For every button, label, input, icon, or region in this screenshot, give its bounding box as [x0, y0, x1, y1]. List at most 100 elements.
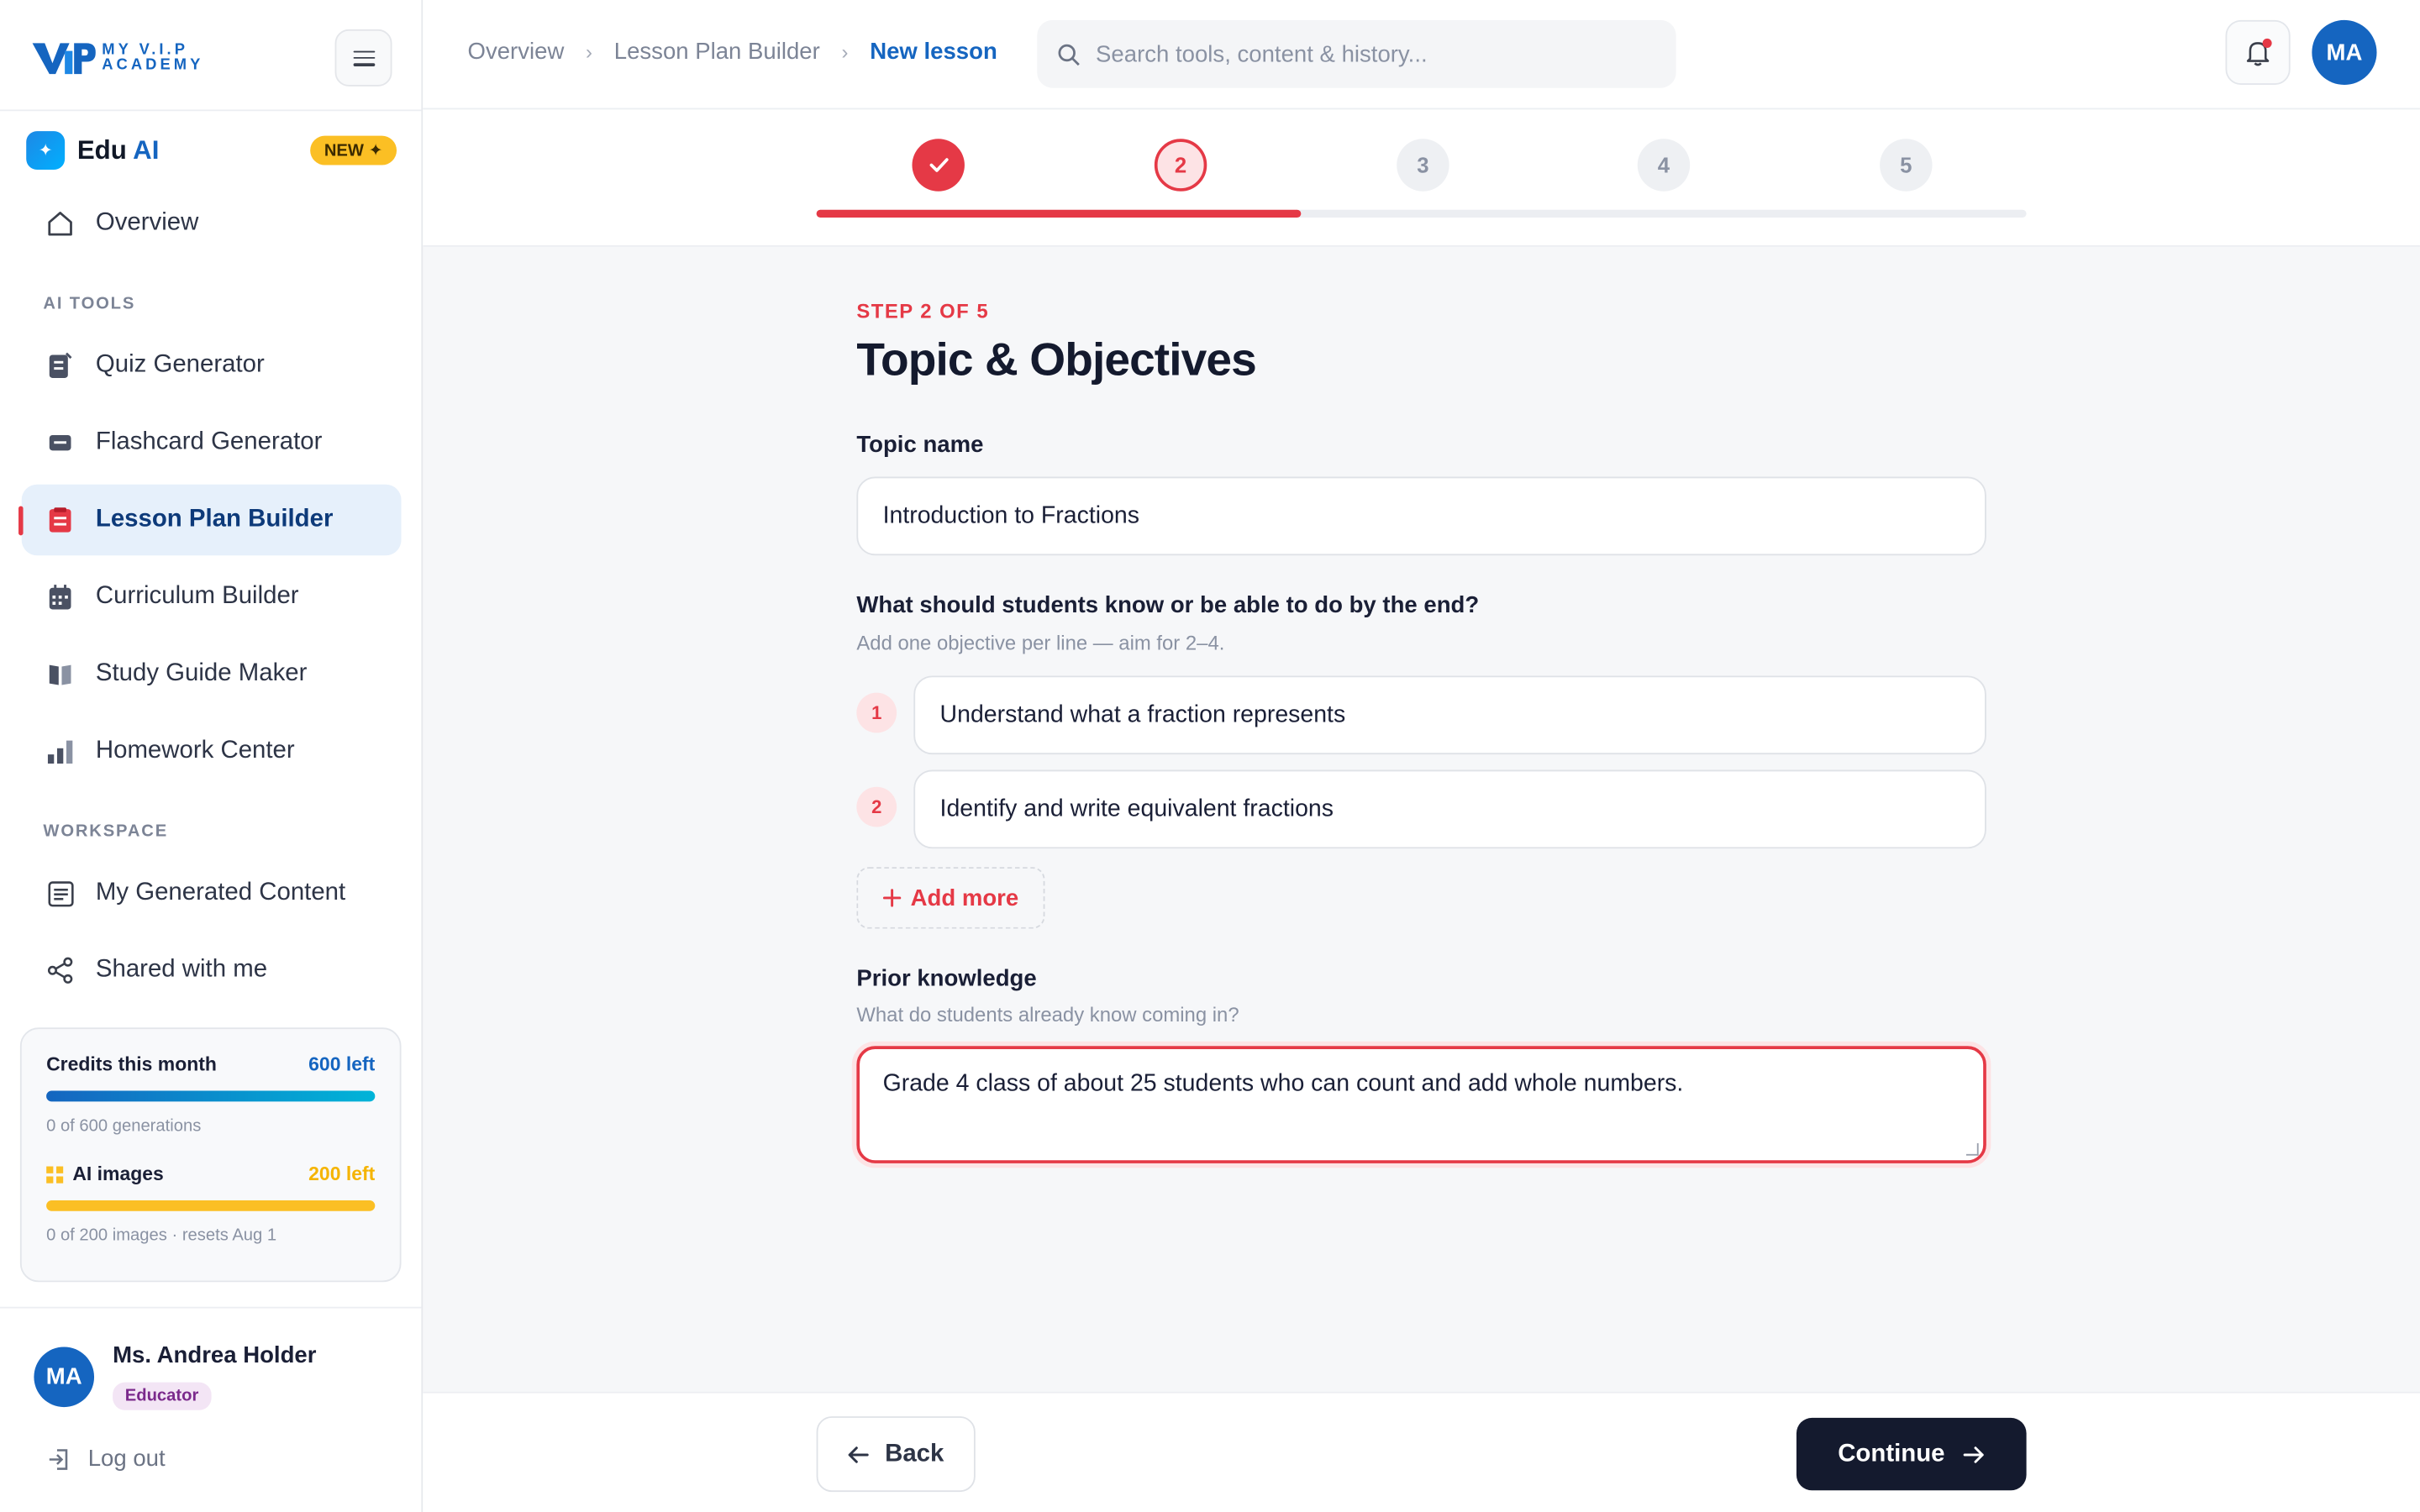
back-label: Back: [885, 1440, 944, 1467]
arrow-left-icon: [849, 1446, 870, 1462]
images-row: AI images 200 left: [46, 1163, 375, 1185]
header-avatar[interactable]: MA: [2312, 19, 2377, 86]
add-more-label: Add more: [910, 885, 1019, 911]
logout-button[interactable]: Log out: [48, 1446, 166, 1472]
sidebar-item-label: Quiz Generator: [95, 351, 265, 378]
user-panel: MA Ms. Andrea Holder Educator Log out: [0, 1306, 422, 1512]
user-name: Ms. Andrea Holder: [113, 1341, 317, 1369]
chart-icon: [46, 738, 74, 765]
sidebar-item-lesson-plan-builder[interactable]: Lesson Plan Builder: [18, 484, 402, 556]
search-icon: [1058, 43, 1080, 66]
credits-row: Credits this month 600 left: [46, 1053, 375, 1075]
step-3[interactable]: 3: [1397, 139, 1449, 192]
edu-ai-header[interactable]: ✦ Edu AI NEW ✦: [26, 131, 397, 171]
continue-button[interactable]: Continue: [1796, 1417, 2027, 1491]
sidebar-item-my-generated-content[interactable]: My Generated Content: [22, 858, 402, 928]
notification-dot: [2262, 38, 2272, 48]
sidebar-item-label: My Generated Content: [95, 879, 346, 906]
step-1-complete[interactable]: [912, 139, 965, 192]
step-5[interactable]: 5: [1880, 139, 1933, 192]
credits-sub: 0 of 600 generations: [46, 1116, 202, 1136]
share-icon: [46, 957, 74, 984]
credits-progress-bar: [46, 1090, 376, 1102]
sidebar-item-shared-with-me[interactable]: Shared with me: [22, 935, 402, 1005]
check-icon: [929, 158, 948, 172]
objective-input-1[interactable]: Understand what a fraction represents: [913, 675, 1986, 755]
sidebar-item-label: Lesson Plan Builder: [95, 506, 334, 533]
stepper-progress-track: [816, 209, 2027, 218]
menu-toggle-button[interactable]: [334, 29, 392, 87]
page-title: Topic & Objectives: [856, 334, 1256, 386]
new-badge: NEW ✦: [310, 135, 397, 165]
credits-left: 600 left: [308, 1053, 376, 1076]
breadcrumb-overview[interactable]: Overview: [468, 39, 565, 65]
prior-knowledge-hint: What do students already know coming in?: [856, 1002, 1239, 1026]
sidebar: MY V.I.P ACADEMY ✦ Edu AI NEW ✦ Overview …: [0, 0, 424, 1512]
logout-label: Log out: [87, 1445, 166, 1473]
logo-row: MY V.I.P ACADEMY: [0, 0, 422, 112]
sidebar-item-label: Shared with me: [95, 956, 268, 983]
add-more-button[interactable]: Add more: [856, 867, 1045, 929]
quiz-icon: [46, 352, 74, 380]
objective-number: 1: [856, 692, 897, 733]
step-label: STEP 2 OF 5: [856, 299, 990, 323]
search-input[interactable]: [1096, 40, 1652, 67]
hamburger-icon: [352, 50, 375, 66]
document-icon: [46, 879, 74, 907]
images-title: AI images: [72, 1163, 164, 1185]
app-root: MY V.I.P ACADEMY ✦ Edu AI NEW ✦ Overview …: [0, 0, 2420, 1512]
vip-logo-icon: [32, 43, 96, 75]
workspace-section-label: WORKSPACE: [43, 822, 169, 842]
stepper: 2 3 4 5: [423, 109, 2420, 247]
chevron-right-icon: ›: [841, 39, 849, 64]
step-2-active[interactable]: 2: [1154, 139, 1207, 192]
top-bar: Overview › Lesson Plan Builder › New les…: [423, 0, 2420, 110]
flashcard-icon: [46, 429, 74, 457]
credits-title: Credits this month: [46, 1053, 217, 1076]
avatar[interactable]: MA: [34, 1347, 95, 1408]
breadcrumb-current: New lesson: [870, 38, 997, 66]
edu-label: Edu: [76, 134, 127, 165]
step-4[interactable]: 4: [1637, 139, 1691, 192]
ai-label: AI: [133, 134, 160, 165]
notifications-button[interactable]: [2225, 19, 2291, 86]
objective-input-2[interactable]: Identify and write equivalent fractions: [913, 769, 1986, 849]
back-button[interactable]: Back: [816, 1416, 976, 1493]
images-progress-bar: [46, 1200, 376, 1211]
sidebar-item-curriculum-builder[interactable]: Curriculum Builder: [22, 562, 402, 633]
logo-text: MY V.I.P ACADEMY: [102, 43, 203, 74]
logo-line-2: ACADEMY: [102, 56, 204, 75]
home-icon: [46, 210, 74, 238]
academy-logo[interactable]: MY V.I.P ACADEMY: [31, 37, 204, 80]
sidebar-item-homework-center[interactable]: Homework Center: [22, 716, 402, 786]
prior-knowledge-textarea[interactable]: Grade 4 class of about 25 students who c…: [856, 1046, 1986, 1163]
edu-ai-title: Edu AI: [77, 135, 160, 166]
calendar-icon: [46, 583, 74, 611]
objective-number: 2: [856, 786, 897, 827]
topic-name-input[interactable]: Introduction to Fractions: [856, 476, 1986, 556]
credits-card: Credits this month 600 left 0 of 600 gen…: [19, 1027, 402, 1283]
form-footer: Back Continue: [423, 1391, 2420, 1512]
lesson-plan-icon: [46, 506, 74, 533]
breadcrumb-lesson-plan-builder[interactable]: Lesson Plan Builder: [614, 39, 820, 65]
grid-icon: [46, 1165, 64, 1183]
plus-icon: [882, 889, 902, 907]
sidebar-item-label: Flashcard Generator: [95, 428, 323, 455]
role-badge: Educator: [113, 1382, 212, 1410]
sparkle-icon: ✦: [26, 131, 66, 171]
ai-tools-section-label: AI TOOLS: [43, 294, 136, 313]
sidebar-item-label: Homework Center: [95, 737, 295, 764]
sidebar-item-label: Study Guide Maker: [95, 660, 308, 687]
arrow-right-icon: [1963, 1446, 1984, 1462]
logout-icon: [49, 1448, 68, 1469]
sidebar-item-flashcard-generator[interactable]: Flashcard Generator: [22, 407, 402, 478]
search-box[interactable]: [1037, 19, 1676, 88]
breadcrumb: Overview › Lesson Plan Builder › New les…: [468, 39, 997, 65]
topic-label: Topic name: [856, 432, 984, 459]
images-left: 200 left: [308, 1163, 376, 1185]
objectives-hint: Add one objective per line — aim for 2–4…: [856, 631, 1225, 654]
sidebar-item-quiz-generator[interactable]: Quiz Generator: [22, 330, 402, 401]
sidebar-item-overview[interactable]: Overview: [22, 188, 402, 259]
sidebar-item-study-guide-maker[interactable]: Study Guide Maker: [22, 638, 402, 709]
resize-handle-icon[interactable]: [1965, 1142, 1979, 1156]
